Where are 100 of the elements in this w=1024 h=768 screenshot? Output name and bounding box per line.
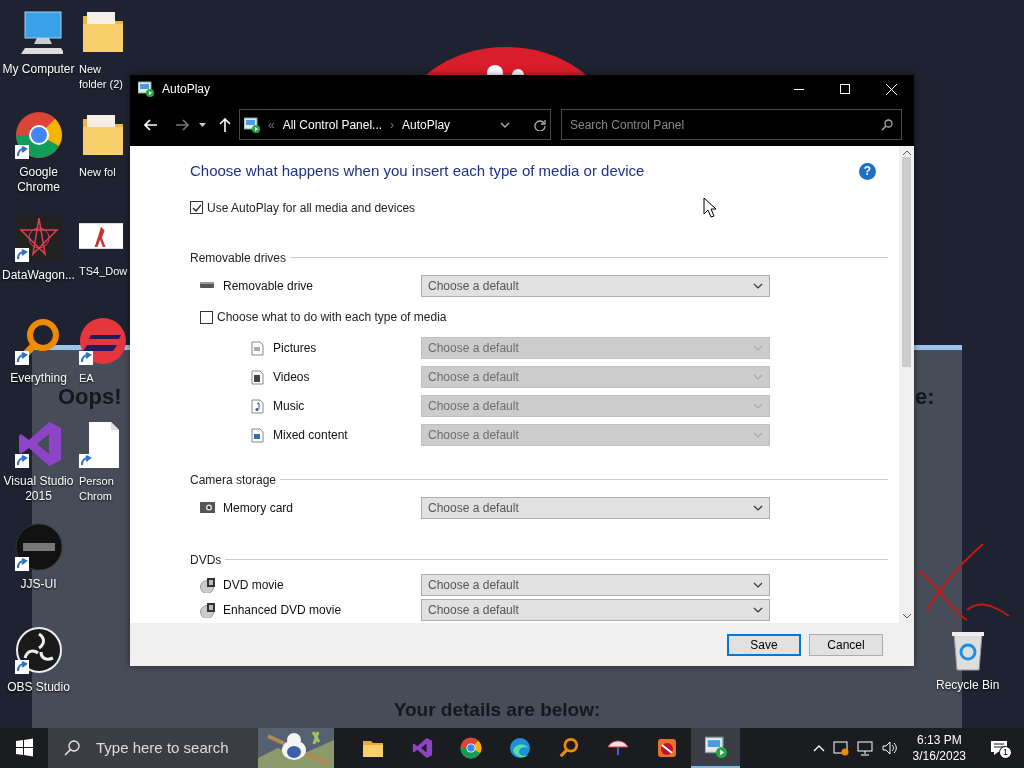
caret-icon: [753, 282, 763, 289]
checkbox-label[interactable]: Use AutoPlay for all media and devices: [207, 198, 416, 217]
memory-card-icon: [200, 500, 215, 515]
icon-label[interactable]: My Computer: [2, 62, 75, 77]
option-label: DVD movie: [223, 577, 284, 594]
caret-icon: [753, 432, 763, 438]
checkbox[interactable]: [190, 201, 203, 214]
checkbox[interactable]: [200, 310, 213, 324]
caret-icon: [753, 374, 763, 380]
option-label: Removable drive: [223, 277, 314, 295]
dropdown-caret-icon[interactable]: [500, 121, 510, 128]
caret-icon: [753, 582, 763, 588]
section-heading: DVDs: [190, 551, 222, 569]
icon-label[interactable]: Person Chrom: [79, 474, 127, 504]
dialog-button[interactable]: Save: [727, 633, 801, 656]
breadcrumb-item[interactable]: All Control Panel...: [282, 115, 383, 134]
window-title: AutoPlay: [162, 81, 211, 98]
icon-label[interactable]: Visual Studio 2015: [0, 474, 77, 504]
icon-label[interactable]: DataWagon...: [2, 268, 75, 283]
caret-icon: [753, 345, 763, 351]
scroll-down-icon[interactable]: [902, 614, 911, 619]
disc-icon[interactable]: [14, 523, 63, 571]
notification-count: 1: [999, 746, 1012, 759]
option-label: Enhanced DVD movie: [223, 602, 342, 619]
icon-label[interactable]: EA: [79, 371, 94, 386]
dropdown[interactable]: Choose a default: [421, 574, 770, 596]
dialog-button[interactable]: Cancel: [809, 633, 883, 656]
section-heading: Camera storage: [190, 471, 277, 489]
dropdown[interactable]: Choose a default: [421, 496, 770, 519]
minimize-icon: [794, 88, 804, 90]
option-label: Mixed content: [273, 427, 348, 444]
caret-icon: [753, 403, 763, 409]
dropdown[interactable]: Choose a default: [421, 599, 770, 621]
caret-icon: [753, 504, 763, 511]
wave-icon: [508, 737, 531, 759]
icon-label[interactable]: Everything: [10, 371, 67, 386]
recent-pages-icon[interactable]: [199, 122, 206, 127]
up-icon[interactable]: [219, 117, 231, 132]
ribbon-icon: [410, 737, 433, 759]
icon-label[interactable]: Google Chrome: [0, 165, 77, 195]
maximize-icon: [840, 84, 850, 94]
icon-label[interactable]: OBS Studio: [7, 680, 70, 695]
music-file-icon: [250, 398, 265, 414]
breadcrumb-item[interactable]: AutoPlay: [402, 115, 451, 134]
address-bar[interactable]: « All Control Panel... › AutoPlay: [239, 109, 551, 140]
icon-label[interactable]: JJS-UI: [20, 577, 57, 592]
search-field[interactable]: Search Control Panel: [561, 109, 902, 140]
icon-label[interactable]: TS4_Dow: [79, 264, 127, 279]
control-panel-icon: [704, 736, 727, 758]
app-icon: [138, 81, 154, 97]
circle-logo-icon[interactable]: [79, 317, 127, 365]
heading-text: Your details are below:: [392, 697, 602, 722]
option-label: Pictures: [273, 340, 317, 357]
search-placeholder: Search Control Panel: [570, 116, 685, 134]
ribbon-icon[interactable]: [14, 420, 63, 468]
check-icon: [192, 203, 201, 212]
search-placeholder: Type here to search: [96, 737, 229, 758]
network-icon[interactable]: [856, 740, 873, 756]
overflow-chevron[interactable]: «: [268, 115, 275, 134]
picture-file-icon: [250, 340, 265, 356]
heading-text: Oops!: [58, 386, 122, 408]
close-icon: [885, 83, 897, 95]
refresh-icon[interactable]: [534, 118, 546, 131]
scroll-thumb[interactable]: [902, 157, 911, 367]
icon-label[interactable]: New fol: [79, 165, 116, 180]
icon-label[interactable]: New folder (2): [79, 62, 127, 92]
search-icon: [64, 740, 80, 756]
candy-icon: [655, 737, 678, 759]
dropdown[interactable]: Choose a default: [421, 274, 770, 297]
caret-icon: [753, 607, 763, 613]
browser-icon: [459, 737, 482, 759]
control-panel-icon: [244, 116, 260, 133]
disc-film-icon: [200, 577, 215, 593]
magnifier-icon: [557, 737, 580, 759]
back-icon[interactable]: [144, 118, 158, 131]
taskbar-button[interactable]: [691, 728, 740, 768]
icon-label[interactable]: Recycle Bin: [936, 678, 1000, 693]
cursor-icon: [703, 197, 717, 218]
help-button[interactable]: ?: [859, 162, 876, 180]
chevron-up-icon[interactable]: [812, 744, 825, 752]
mixed-file-icon: [250, 427, 265, 443]
security-icon[interactable]: [832, 740, 849, 756]
separator-chevron[interactable]: ›: [390, 115, 395, 134]
section-heading: Removable drives: [190, 249, 287, 267]
checkbox-label[interactable]: Choose what to do with each type of media: [217, 308, 447, 326]
film-file-icon: [250, 369, 265, 385]
scrollbar[interactable]: [899, 146, 914, 623]
page-heading: Choose what happens when you insert each type of media or device: [190, 161, 645, 181]
forward-icon[interactable]: [175, 118, 189, 131]
search-icon: [881, 118, 893, 131]
star-pattern-icon[interactable]: [14, 214, 63, 262]
option-label: Music: [273, 398, 305, 415]
scroll-up-icon[interactable]: [902, 150, 911, 155]
speaker-icon[interactable]: [880, 740, 897, 756]
option-label: Videos: [273, 369, 310, 386]
browser-icon[interactable]: [14, 111, 63, 159]
search-box[interactable]: Type here to search: [48, 728, 334, 768]
clock[interactable]: 6:13 PM 3/16/2023: [912, 732, 966, 764]
heading-text: e:: [915, 386, 935, 408]
notification-button[interactable]: 1: [990, 740, 1008, 756]
